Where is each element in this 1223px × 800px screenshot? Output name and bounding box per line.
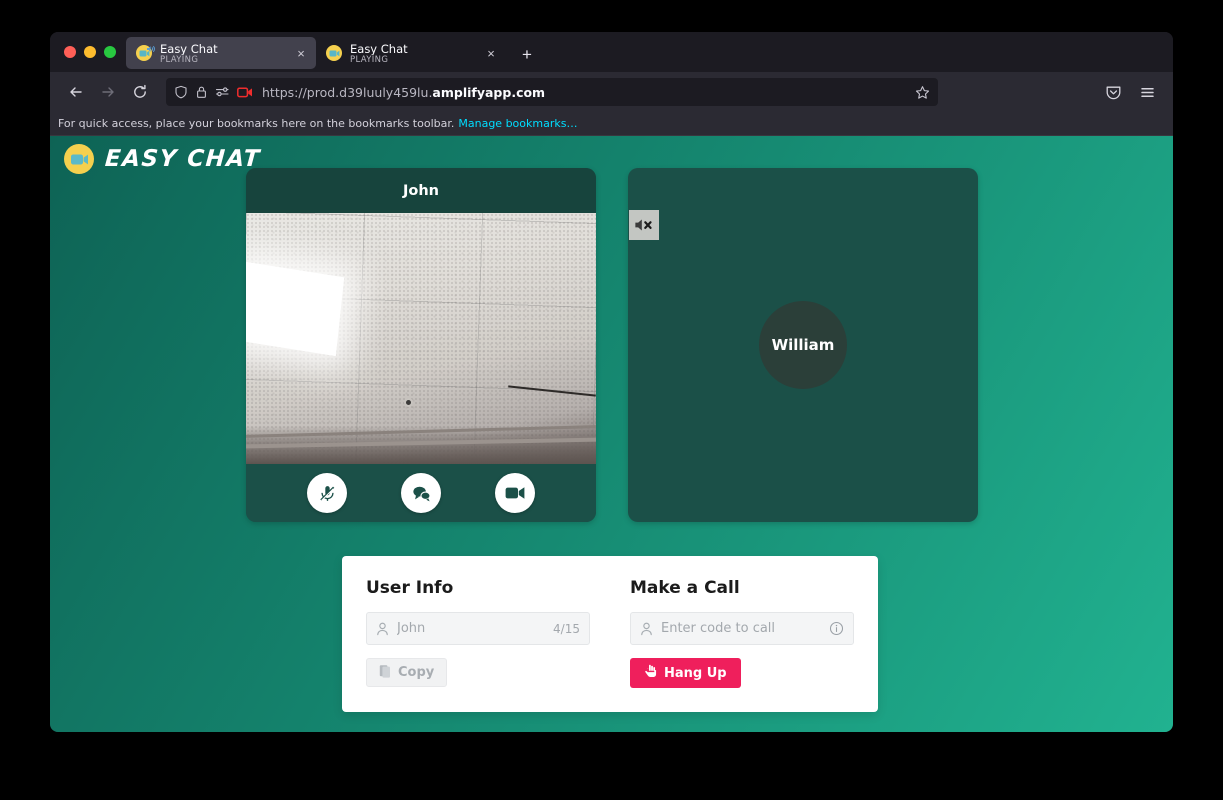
hand-icon: [644, 664, 657, 682]
info-panel: User Info John 4/15 Copy Make a Call Ent…: [342, 556, 878, 712]
video-camera-icon[interactable]: [495, 473, 535, 513]
username-value: John: [397, 621, 426, 636]
smoke-detector: [404, 398, 413, 407]
navigation-toolbar: https://prod.d39luuly459lu.amplifyapp.co…: [50, 72, 1173, 112]
easy-chat-page: EASY CHAT John William User Info John 4/…: [50, 136, 1173, 732]
forward-arrow-icon[interactable]: [94, 78, 122, 106]
browser-tab-1[interactable]: Easy Chat PLAYING ×: [126, 37, 316, 69]
copy-button[interactable]: Copy: [366, 658, 448, 687]
manage-bookmarks-link[interactable]: Manage bookmarks…: [458, 117, 577, 130]
hang-up-button-label: Hang Up: [664, 665, 727, 681]
hamburger-menu-icon[interactable]: [1133, 78, 1161, 106]
star-icon[interactable]: [915, 85, 930, 100]
username-char-counter: 4/15: [553, 621, 580, 636]
clipboard-icon: [379, 664, 391, 682]
video-camera-logo-icon: [64, 144, 94, 174]
call-code-input[interactable]: Enter code to call: [630, 612, 854, 645]
tab-1-text: Easy Chat PLAYING: [160, 42, 285, 65]
ceiling-pipe-2: [246, 425, 596, 438]
tab-2-favicon-wrap: [326, 45, 343, 61]
chat-bubbles-icon[interactable]: [401, 473, 441, 513]
browser-window: Easy Chat PLAYING × Easy Chat PLAYING ×: [50, 32, 1173, 732]
remote-video-card: William: [628, 168, 978, 522]
local-video-feed: [246, 213, 596, 464]
tab-1-close-icon[interactable]: ×: [292, 44, 310, 62]
user-info-title: User Info: [366, 578, 454, 598]
bookmarks-hint-text: For quick access, place your bookmarks h…: [58, 117, 455, 130]
address-bar[interactable]: https://prod.d39luuly459lu.amplifyapp.co…: [166, 78, 938, 106]
username-input[interactable]: John 4/15: [366, 612, 590, 645]
make-a-call-section: Make a Call Enter code to call Hang Up: [630, 578, 854, 712]
url-text: https://prod.d39luuly459lu.amplifyapp.co…: [262, 84, 546, 100]
tab-strip: Easy Chat PLAYING × Easy Chat PLAYING ×: [50, 32, 1173, 72]
brand-header: EASY CHAT: [64, 144, 262, 174]
tab-2-close-icon[interactable]: ×: [482, 44, 500, 62]
permissions-icon[interactable]: [215, 85, 230, 99]
local-video-name: John: [246, 168, 596, 213]
toolbar-right-actions: [1099, 78, 1161, 106]
tab-2-status: PLAYING: [350, 54, 389, 65]
user-info-section: User Info John 4/15 Copy: [366, 578, 590, 712]
ceiling-pipe-1: [246, 437, 596, 449]
maximize-window-button[interactable]: [104, 46, 116, 58]
tab-2-title: Easy Chat: [350, 42, 408, 55]
minimize-window-button[interactable]: [84, 46, 96, 58]
local-video-card: John: [246, 168, 596, 522]
back-arrow-icon[interactable]: [62, 78, 90, 106]
remote-user-avatar: William: [759, 301, 847, 389]
easy-chat-favicon-icon: [326, 45, 342, 61]
ceiling-pipe-band: [246, 425, 596, 464]
bookmarks-toolbar: For quick access, place your bookmarks h…: [50, 112, 1173, 136]
copy-button-label: Copy: [398, 665, 435, 680]
tab-audio-playing-icon[interactable]: [146, 44, 156, 54]
person-icon: [376, 622, 389, 636]
mic-muted-icon[interactable]: [307, 473, 347, 513]
person-icon: [640, 622, 653, 636]
camera-sharing-icon[interactable]: [237, 86, 253, 99]
tab-1-title: Easy Chat: [160, 42, 218, 55]
speaker-muted-icon[interactable]: [629, 210, 659, 240]
call-code-placeholder: Enter code to call: [661, 621, 776, 636]
close-window-button[interactable]: [64, 46, 76, 58]
window-traffic-lights: [60, 32, 126, 72]
info-circle-icon[interactable]: [829, 621, 844, 636]
tab-2-text: Easy Chat PLAYING: [350, 42, 475, 65]
tab-1-favicon-wrap: [136, 44, 156, 61]
call-controls: [246, 464, 596, 522]
browser-tab-2[interactable]: Easy Chat PLAYING ×: [316, 37, 506, 69]
new-tab-button[interactable]: +: [514, 41, 540, 67]
hang-up-button[interactable]: Hang Up: [630, 658, 741, 688]
brand-title: EASY CHAT: [104, 146, 262, 172]
pocket-icon[interactable]: [1099, 78, 1127, 106]
remote-user-name: William: [771, 336, 835, 354]
reload-icon[interactable]: [126, 78, 154, 106]
tab-1-status: PLAYING: [160, 54, 199, 65]
video-grid: John William: [246, 168, 978, 522]
ceiling-light-panel: [246, 261, 345, 357]
shield-icon[interactable]: [174, 85, 188, 99]
lock-icon[interactable]: [195, 85, 208, 99]
make-a-call-title: Make a Call: [630, 578, 740, 598]
